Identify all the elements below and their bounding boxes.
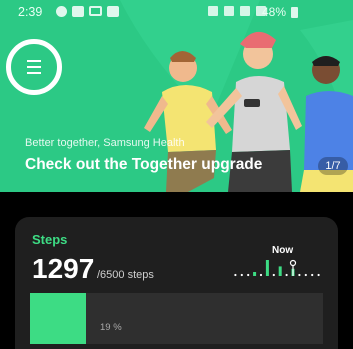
trend-dot bbox=[311, 273, 314, 277]
steps-title: Steps bbox=[32, 232, 68, 247]
steps-trend-chart bbox=[234, 259, 320, 277]
messenger-icon bbox=[56, 6, 67, 17]
wifi-icon bbox=[240, 6, 250, 16]
steps-card[interactable]: Steps 1297 /6500 steps Now 19 % bbox=[15, 217, 338, 349]
trend-dot bbox=[317, 273, 320, 277]
steps-progress-bar: 19 % bbox=[30, 293, 323, 344]
video-icon bbox=[72, 6, 84, 17]
steps-progress-text: 19 % bbox=[100, 322, 122, 333]
notification-icons bbox=[56, 6, 119, 17]
trend-dot bbox=[259, 273, 263, 277]
gallery-icon bbox=[89, 6, 102, 16]
system-icons bbox=[208, 6, 266, 16]
trend-dot bbox=[298, 273, 301, 277]
menu-button[interactable] bbox=[6, 39, 62, 95]
trend-dot bbox=[240, 273, 243, 277]
now-label: Now bbox=[272, 245, 294, 256]
hamburger-menu-icon bbox=[27, 60, 41, 74]
trend-bar bbox=[265, 260, 269, 276]
banner-page-indicator: 1/7 bbox=[318, 157, 348, 175]
trend-bar bbox=[253, 272, 257, 276]
steps-progress-fill bbox=[30, 293, 86, 344]
battery-icon bbox=[291, 7, 298, 18]
trend-dot bbox=[304, 273, 307, 277]
status-bar: 2:39 48% bbox=[0, 0, 353, 24]
status-time: 2:39 bbox=[18, 5, 43, 19]
now-marker-icon bbox=[289, 259, 297, 267]
trend-dot bbox=[272, 273, 275, 277]
battery-percentage: 48% bbox=[262, 5, 287, 19]
trend-dot bbox=[285, 273, 288, 277]
steps-goal: /6500 steps bbox=[97, 269, 154, 281]
trend-dot bbox=[234, 273, 237, 277]
vibrate-icon bbox=[208, 6, 218, 16]
notification-icon bbox=[107, 6, 119, 17]
together-promo-banner[interactable]: Better together, Samsung Health Check ou… bbox=[0, 0, 353, 192]
steps-count: 1297 bbox=[32, 253, 95, 284]
samsung-health-home-screen: Better together, Samsung Health Check ou… bbox=[0, 0, 353, 349]
banner-subtitle: Better together, Samsung Health bbox=[25, 137, 185, 149]
bluetooth-icon bbox=[224, 6, 234, 16]
trend-bar bbox=[278, 266, 282, 276]
banner-title[interactable]: Check out the Together upgrade bbox=[25, 156, 262, 174]
trend-dot bbox=[247, 273, 250, 277]
